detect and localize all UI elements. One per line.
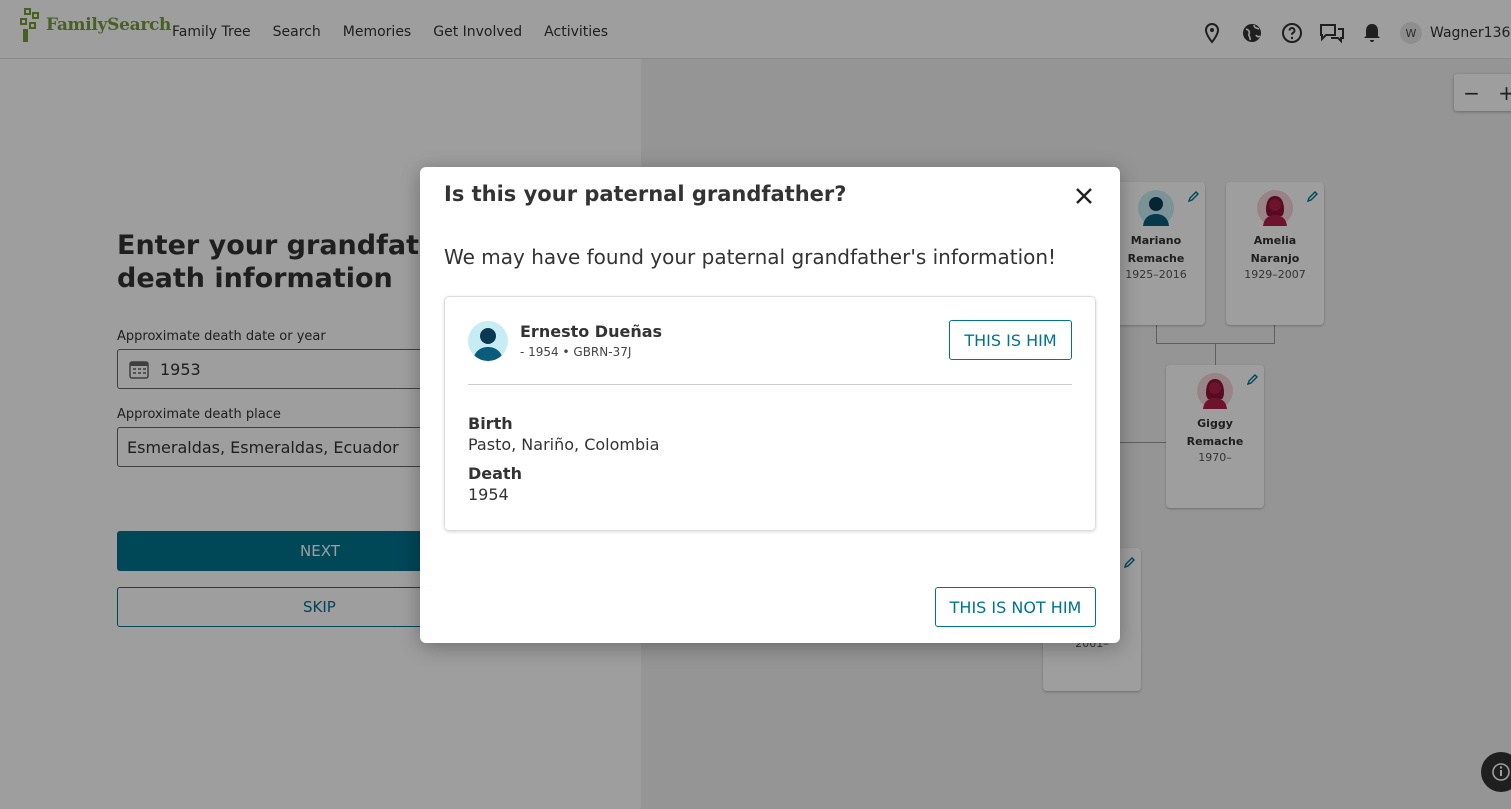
this-is-not-him-button[interactable]: THIS IS NOT HIM [935, 587, 1096, 627]
close-icon [1076, 188, 1092, 204]
match-dialog: Is this your paternal grandfather? We ma… [420, 167, 1120, 643]
birth-label: Birth [468, 414, 513, 433]
death-value: 1954 [468, 485, 509, 504]
birth-value: Pasto, Nariño, Colombia [468, 435, 660, 454]
dialog-title: Is this your paternal grandfather? [444, 182, 847, 206]
male-avatar-icon [468, 321, 508, 361]
close-button[interactable] [1073, 185, 1095, 207]
match-person-card: Ernesto Dueñas - 1954 • GBRN-37J THIS IS… [444, 296, 1096, 531]
dialog-subtitle: We may have found your paternal grandfat… [444, 245, 1057, 269]
death-label: Death [468, 464, 522, 483]
divider [468, 384, 1072, 385]
match-person-name: Ernesto Dueñas [520, 322, 663, 341]
this-is-him-button[interactable]: THIS IS HIM [949, 320, 1072, 360]
match-person-meta: - 1954 • GBRN-37J [520, 345, 632, 359]
